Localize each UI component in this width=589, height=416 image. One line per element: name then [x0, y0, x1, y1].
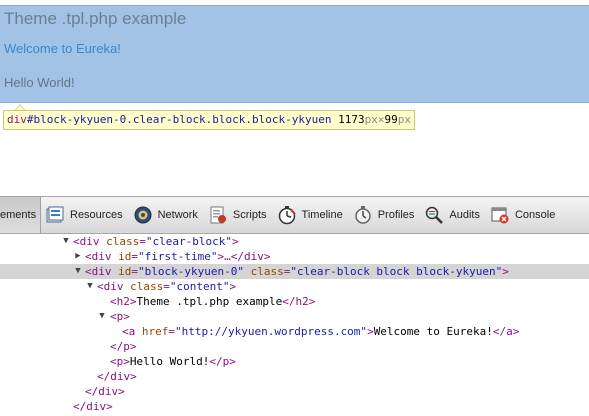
attr-name: id — [118, 250, 132, 263]
tree-row[interactable]: ▼ <div class="clear-block"> — [0, 234, 589, 249]
attr-name: id — [118, 265, 132, 278]
tooltip-selector: #block-ykyuen-0.clear-block.block.block-… — [26, 113, 332, 126]
tag-end: </a> — [492, 325, 520, 338]
tag-open: <div — [85, 250, 112, 263]
devtools-toolbar: ements Resources Network Scripts Timelin… — [0, 196, 589, 234]
tree-row[interactable]: </div> — [0, 399, 589, 414]
tree-row[interactable]: ▼ <p> — [0, 309, 589, 324]
tree-row[interactable]: <p>Hello World!</p> — [0, 354, 589, 369]
tab-resources[interactable]: Resources — [41, 197, 129, 233]
tooltip-times: × — [377, 113, 385, 126]
tab-scripts-label: Scripts — [232, 209, 267, 221]
tag-close: > — [229, 280, 237, 293]
tag-open: <a — [122, 325, 136, 338]
tag-close: </div> — [85, 385, 125, 398]
tag-close: </div> — [73, 400, 113, 413]
tag-close: > — [231, 235, 239, 248]
audits-icon — [424, 205, 444, 225]
attr-name: class — [106, 235, 140, 248]
resources-icon — [45, 205, 65, 225]
attr-value: "http://ykyuen.wordpress.com" — [175, 325, 368, 338]
tab-profiles[interactable]: Profiles — [349, 197, 421, 233]
tag-close: </h2> — [282, 295, 316, 308]
text-node: Welcome to Eureka! — [373, 325, 493, 338]
element-size-tooltip: div#block-ykyuen-0.clear-block.block.blo… — [3, 110, 416, 130]
tab-console-label: Console — [514, 209, 556, 221]
tree-row[interactable]: <a href="http://ykyuen.wordpress.com">We… — [0, 324, 589, 339]
collapsed-triangle-icon[interactable]: ▶ — [74, 249, 82, 264]
attr-name: class — [130, 280, 164, 293]
tab-network[interactable]: Network — [129, 197, 204, 233]
tab-elements[interactable]: ements — [0, 197, 41, 233]
tab-profiles-label: Profiles — [377, 209, 415, 221]
tree-row[interactable]: </div> — [0, 369, 589, 384]
tag-close: > — [367, 325, 374, 338]
console-icon — [490, 205, 510, 225]
text-node: Hello World! — [129, 355, 210, 368]
tag-close: </p> — [110, 340, 137, 353]
attr-value: "content" — [169, 280, 230, 293]
attr-value: "block-ykyuen-0" — [138, 265, 244, 278]
timeline-icon — [277, 205, 297, 225]
welcome-link[interactable]: Welcome to Eureka! — [4, 41, 121, 56]
expand-triangle-icon[interactable]: ▼ — [74, 264, 82, 279]
tag-open: <h2> — [110, 295, 137, 308]
expand-triangle-icon[interactable]: ▼ — [62, 234, 70, 249]
scripts-icon — [208, 205, 228, 225]
tab-timeline-label: Timeline — [301, 209, 343, 221]
tag-open: <div — [85, 265, 112, 278]
page-viewport: Theme .tpl.php example Welcome to Eureka… — [0, 0, 589, 195]
tag-close: > — [502, 265, 509, 278]
tree-row[interactable]: ▼ <div class="content"> — [0, 279, 589, 294]
tree-row-selected[interactable]: ▼ <div id="block-ykyuen-0" class="clear-… — [0, 264, 589, 279]
tag-close: </p> — [209, 355, 236, 368]
tree-row[interactable]: </p> — [0, 339, 589, 354]
tooltip-height: 99 — [384, 113, 398, 126]
tab-resources-label: Resources — [70, 209, 123, 221]
tab-network-label: Network — [157, 209, 198, 221]
tag-open: <div — [97, 280, 124, 293]
tab-scripts[interactable]: Scripts — [204, 197, 273, 233]
tooltip-width-unit: px — [364, 113, 378, 126]
page-heading: Theme .tpl.php example — [4, 9, 187, 28]
tag-collapsed: >…</div> — [217, 250, 271, 263]
tag-open: <p> — [110, 355, 130, 368]
expand-triangle-icon[interactable]: ▼ — [86, 279, 94, 294]
tab-audits-label: Audits — [449, 209, 480, 221]
tooltip-width: 1173 — [338, 113, 365, 126]
tab-audits[interactable]: Audits — [420, 197, 486, 233]
tree-row[interactable]: </div> — [0, 384, 589, 399]
tag-open: <div — [73, 235, 100, 248]
attr-value: "clear-block block block-ykyuen" — [290, 265, 503, 278]
attr-name: class — [250, 265, 284, 278]
tree-row[interactable]: <h2>Theme .tpl.php example</h2> — [0, 294, 589, 309]
attr-value: "clear-block" — [145, 235, 232, 248]
page-paragraph: Hello World! — [4, 75, 75, 90]
tag-close: </div> — [97, 370, 137, 383]
attr-eq: = — [139, 235, 146, 248]
tooltip-tag: div — [7, 113, 27, 126]
expand-triangle-icon[interactable]: ▼ — [98, 309, 106, 324]
attr-name: href — [141, 325, 169, 338]
profiles-icon — [353, 205, 373, 225]
attr-value: "first-time" — [138, 250, 218, 263]
tree-row[interactable]: ▶ <div id="first-time">…</div> — [0, 249, 589, 264]
tooltip-height-unit: px — [397, 113, 412, 126]
text-node: Theme .tpl.php example — [136, 295, 283, 308]
tag-open: <p> — [110, 310, 130, 323]
tab-timeline[interactable]: Timeline — [273, 197, 349, 233]
tab-elements-label: ements — [0, 209, 37, 221]
tab-console[interactable]: Console — [486, 197, 561, 233]
network-icon — [133, 205, 153, 225]
dom-tree-panel: ▼ <div class="clear-block"> ▶ <div id="f… — [0, 234, 589, 416]
